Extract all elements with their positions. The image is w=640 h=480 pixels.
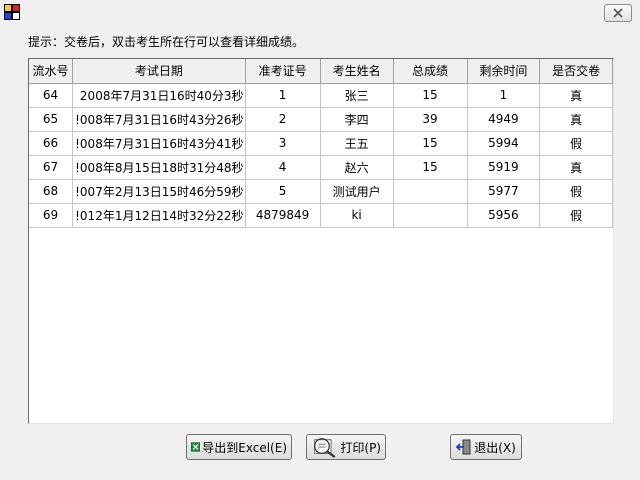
exit-label: 退出(X) <box>474 440 516 455</box>
cell-submitted: 假 <box>539 179 613 204</box>
cell-student-name: 测试用户 <box>320 179 394 204</box>
hint-text: 提示：交卷后，双击考生所在行可以查看详细成绩。 <box>28 35 305 49</box>
table-row[interactable]: 64 2008年7月31日16时40分3秒 1 张三 15 1 真 <box>29 83 613 108</box>
cell-exam-date: 2008年7月31日16时40分3秒 <box>72 83 246 108</box>
cell-remaining-time: 4949 <box>467 107 541 132</box>
close-button[interactable] <box>604 4 632 22</box>
col-header-total-score[interactable]: 总成绩 <box>393 59 468 84</box>
cell-ticket-number: 2 <box>245 107 321 132</box>
cell-submitted: 假 <box>539 131 613 156</box>
print-preview-icon <box>314 438 336 458</box>
cell-ticket-number: 3 <box>245 131 321 156</box>
exit-button[interactable]: 退出(X) <box>450 434 522 460</box>
cell-remaining-time: 5956 <box>467 203 541 228</box>
cell-ticket-number: 1 <box>245 83 321 108</box>
export-excel-label: 导出到Excel(E) <box>202 440 287 455</box>
col-header-exam-date[interactable]: 考试日期 <box>72 59 246 84</box>
cell-ticket-number: 5 <box>245 179 321 204</box>
table-row[interactable]: 66 !008年7月31日16时43分41秒 3 王五 15 5994 假 <box>29 131 613 156</box>
excel-icon <box>191 442 201 452</box>
cell-student-name: 张三 <box>320 83 394 108</box>
table-row[interactable]: 67 !008年8月15日18时31分48秒 4 赵六 15 5919 真 <box>29 155 613 180</box>
cell-student-name: ki <box>320 203 394 228</box>
export-excel-button[interactable]: 导出到Excel(E) <box>186 434 292 460</box>
cell-total-score: 15 <box>393 131 468 156</box>
cell-serial: 66 <box>29 131 74 156</box>
col-header-submitted[interactable]: 是否交卷 <box>539 59 613 84</box>
print-button[interactable]: 打印(P) <box>306 434 386 460</box>
cell-total-score <box>393 203 468 228</box>
cell-submitted: 真 <box>539 155 613 180</box>
col-header-student-name[interactable]: 考生姓名 <box>320 59 394 84</box>
cell-total-score <box>393 179 468 204</box>
cell-total-score: 15 <box>393 155 468 180</box>
cell-submitted: 真 <box>539 83 613 108</box>
cell-serial: 67 <box>29 155 74 180</box>
cell-student-name: 李四 <box>320 107 394 132</box>
title-bar <box>0 0 640 26</box>
table-row[interactable]: 65 !008年7月31日16时43分26秒 2 李四 39 4949 真 <box>29 107 613 132</box>
cell-exam-date: !008年7月31日16时43分26秒 <box>72 107 246 132</box>
col-header-ticket-number[interactable]: 准考证号 <box>245 59 321 84</box>
table-row[interactable]: 68 !007年2月13日15时46分59秒 5 测试用户 5977 假 <box>29 179 613 204</box>
header-row: 流水号 考试日期 准考证号 考生姓名 总成绩 剩余时间 是否交卷 <box>29 59 613 84</box>
col-header-serial[interactable]: 流水号 <box>29 59 74 84</box>
results-table: 流水号 考试日期 准考证号 考生姓名 总成绩 剩余时间 是否交卷 64 2008… <box>29 59 613 228</box>
cell-serial: 68 <box>29 179 74 204</box>
cell-exam-date: !008年8月15日18时31分48秒 <box>72 155 246 180</box>
cell-remaining-time: 1 <box>467 83 541 108</box>
exit-door-icon <box>456 439 471 455</box>
close-icon <box>613 8 623 18</box>
results-grid[interactable]: 流水号 考试日期 准考证号 考生姓名 总成绩 剩余时间 是否交卷 64 2008… <box>28 58 614 424</box>
table-row[interactable]: 69 !012年1月12日14时32分22秒 4879849 ki 5956 假 <box>29 203 613 228</box>
cell-student-name: 赵六 <box>320 155 394 180</box>
cell-ticket-number: 4879849 <box>245 203 321 228</box>
cell-submitted: 假 <box>539 203 613 228</box>
cell-exam-date: !007年2月13日15时46分59秒 <box>72 179 246 204</box>
cell-remaining-time: 5994 <box>467 131 541 156</box>
cell-total-score: 39 <box>393 107 468 132</box>
cell-ticket-number: 4 <box>245 155 321 180</box>
cell-student-name: 王五 <box>320 131 394 156</box>
cell-remaining-time: 5919 <box>467 155 541 180</box>
cell-exam-date: !008年7月31日16时43分41秒 <box>72 131 246 156</box>
app-grid-icon <box>4 4 20 20</box>
print-label: 打印(P) <box>340 440 381 455</box>
cell-remaining-time: 5977 <box>467 179 541 204</box>
cell-total-score: 15 <box>393 83 468 108</box>
cell-serial: 64 <box>29 83 74 108</box>
cell-serial: 69 <box>29 203 74 228</box>
cell-exam-date: !012年1月12日14时32分22秒 <box>72 203 246 228</box>
cell-serial: 65 <box>29 107 74 132</box>
cell-submitted: 真 <box>539 107 613 132</box>
col-header-remaining-time[interactable]: 剩余时间 <box>467 59 541 84</box>
